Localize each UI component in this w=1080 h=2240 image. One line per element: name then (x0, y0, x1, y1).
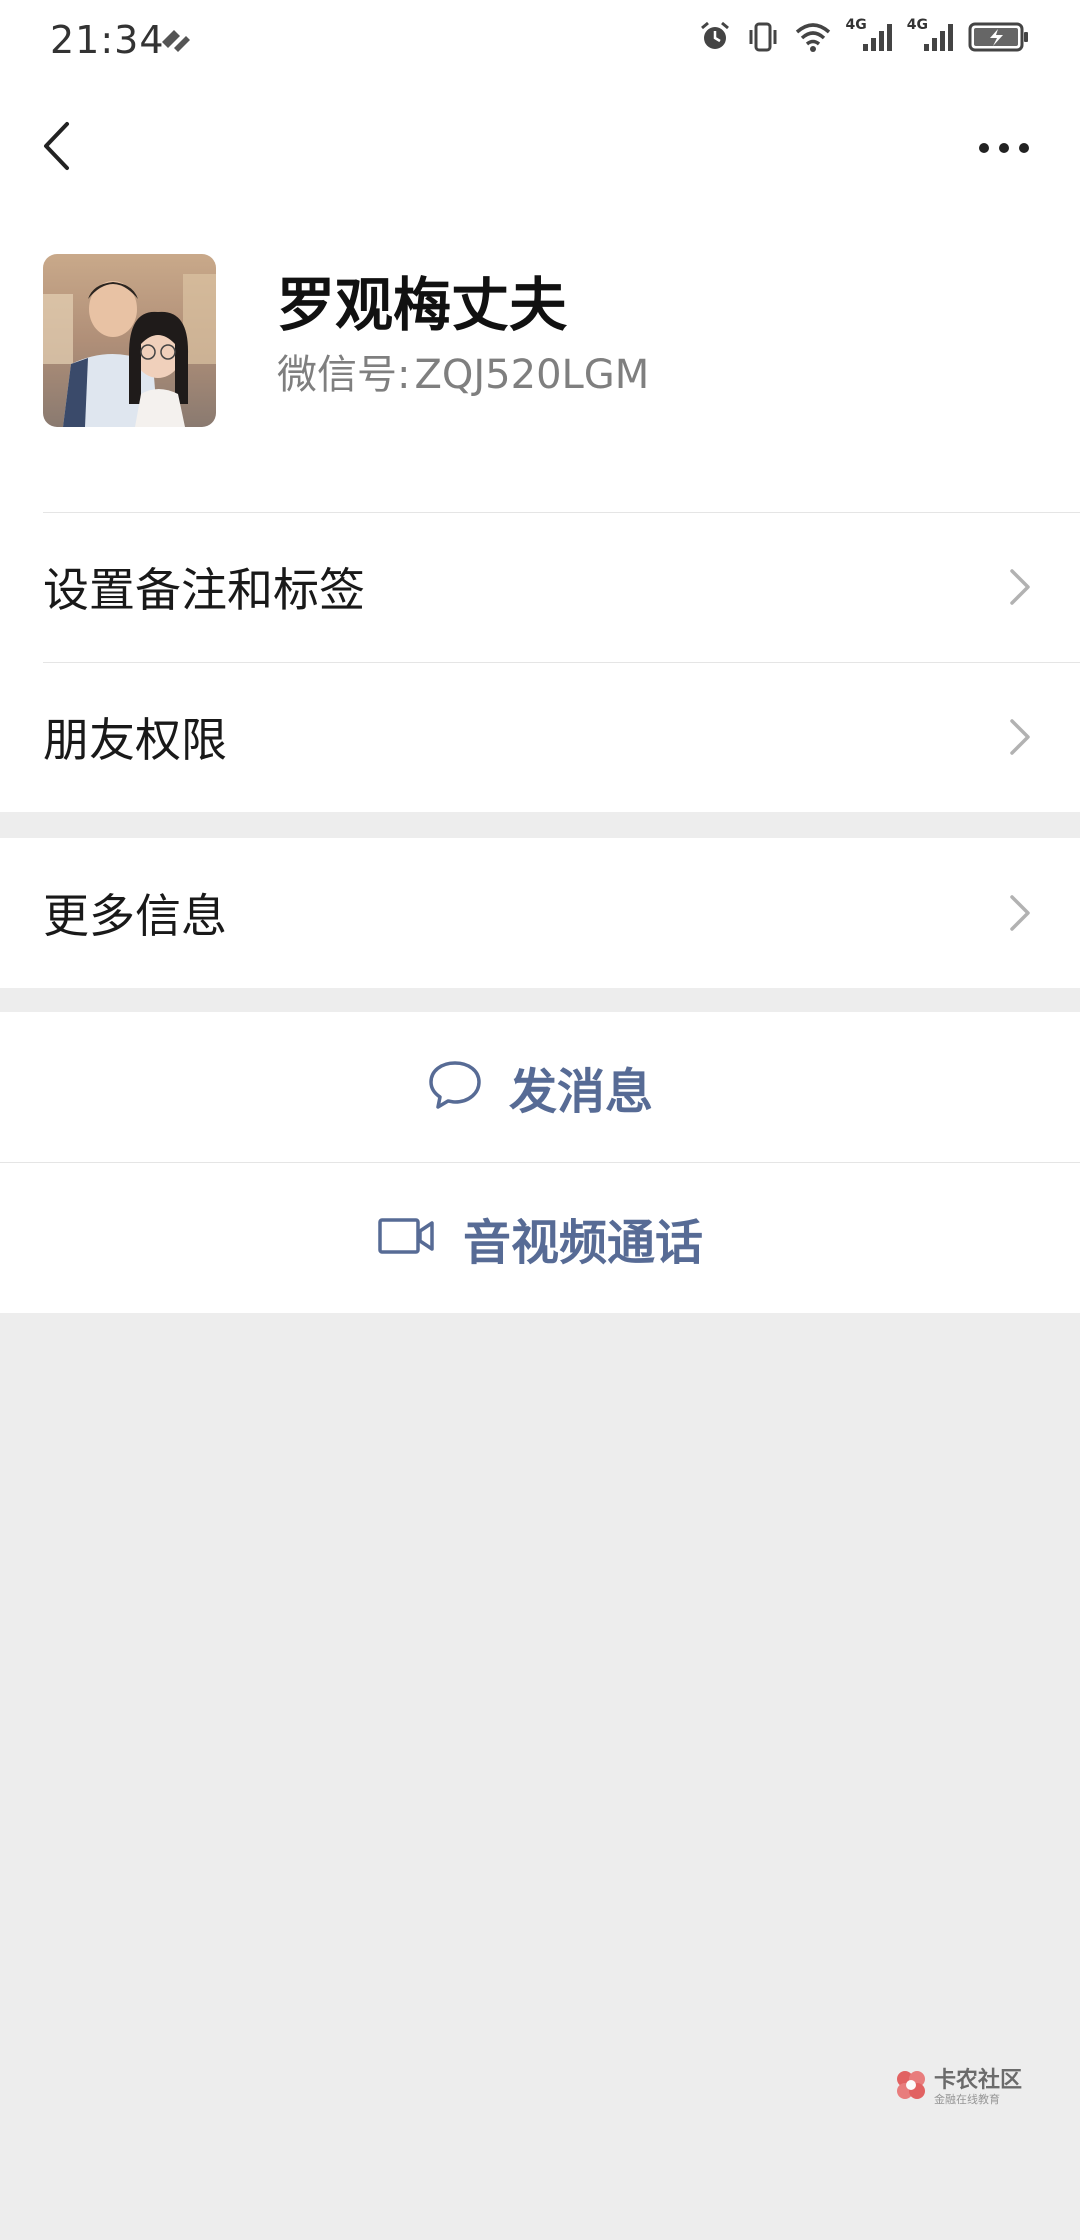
menu-item-label: 更多信息 (43, 889, 227, 943)
wifi-icon (794, 20, 832, 54)
watermark-title: 卡农社区 (933, 2067, 1022, 2093)
contact-profile-page: 21:34 4G 4G 罗观梅丈夫 微信号: ZQJ520LGM 设置备注和标签… (0, 0, 1080, 2240)
app-notification-icon (158, 24, 194, 58)
watermark-subtitle: 金融在线教育 (933, 2092, 1000, 2106)
video-call-label: 音视频通话 (462, 1215, 703, 1271)
menu-item-friend-permissions[interactable]: 朋友权限 (0, 662, 1080, 812)
more-options-button[interactable] (976, 128, 1032, 168)
chevron-right-icon (1008, 567, 1032, 607)
watermark-logo-icon (894, 2068, 928, 2106)
alarm-icon (698, 20, 732, 54)
avatar[interactable] (43, 254, 216, 427)
status-icons: 4G 4G (698, 17, 1030, 54)
wechat-id-row: 微信号: ZQJ520LGM (277, 342, 649, 400)
status-bar: 21:34 4G 4G (0, 0, 1080, 82)
network-type-label: 4G (845, 17, 867, 33)
chevron-right-icon (1008, 893, 1032, 933)
wechat-id-label: 微信号: (277, 352, 411, 398)
send-message-label: 发消息 (508, 1064, 653, 1120)
vibrate-icon (746, 20, 780, 54)
send-message-button[interactable]: 发消息 (0, 1012, 1080, 1162)
menu-item-remark-tags[interactable]: 设置备注和标签 (0, 512, 1080, 662)
contact-name: 罗观梅丈夫 (277, 271, 568, 339)
menu-item-label: 朋友权限 (43, 713, 227, 767)
chevron-right-icon (1008, 717, 1032, 757)
menu-item-label: 设置备注和标签 (43, 563, 365, 617)
status-time: 21:34 (50, 18, 165, 62)
profile-card: 罗观梅丈夫 微信号: ZQJ520LGM (0, 210, 1080, 512)
video-call-button[interactable]: 音视频通话 (0, 1163, 1080, 1313)
battery-charging-icon (968, 21, 1030, 53)
watermark: 卡农社区 金融在线教育 (894, 2068, 1022, 2106)
back-button[interactable] (36, 118, 76, 178)
menu-item-more-info[interactable]: 更多信息 (0, 838, 1080, 988)
cellular-signal-icon: 4G (907, 17, 954, 52)
cellular-signal-icon: 4G (846, 17, 893, 52)
video-camera-icon (377, 1216, 437, 1260)
network-type-label: 4G (906, 17, 928, 33)
chevron-left-icon (41, 120, 71, 176)
more-dots-icon (978, 139, 1030, 158)
wechat-id-value[interactable]: ZQJ520LGM (414, 352, 649, 398)
chat-bubble-icon (427, 1059, 483, 1115)
